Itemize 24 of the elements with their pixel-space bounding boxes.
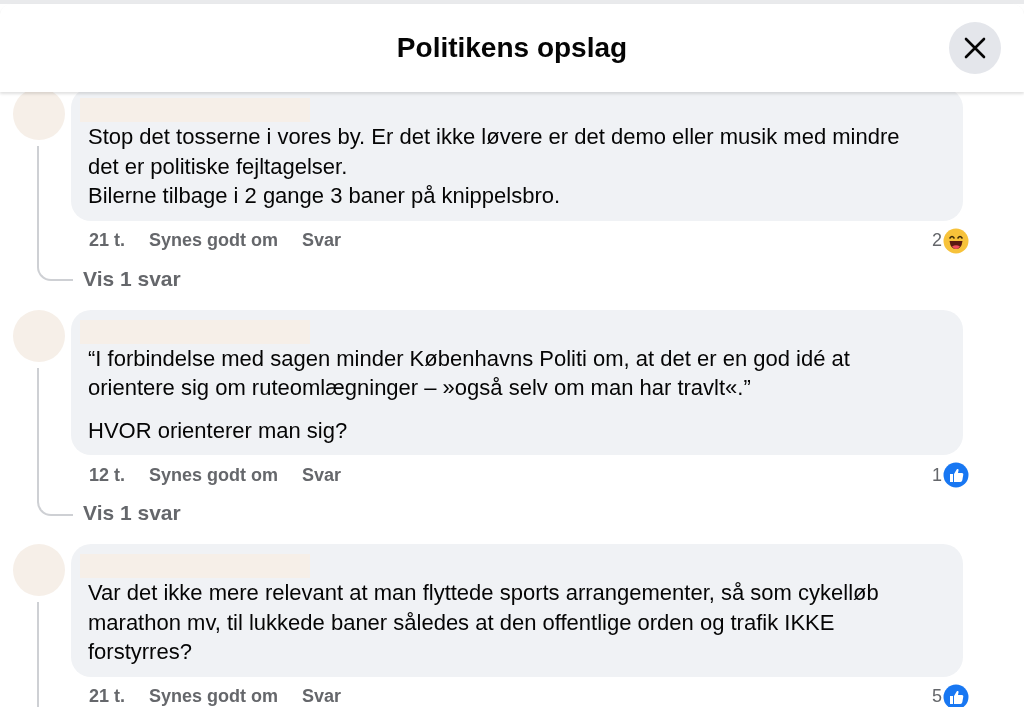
like-link[interactable]: Synes godt om [149, 686, 279, 707]
reaction-count: 5 [932, 686, 942, 707]
close-icon [964, 37, 986, 59]
comment-text: Stop det tosserne i vores by. Er det ikke løvere er det demo eller musik med mindre det er politiske fejltagelser. Bilerne tilbage i 2 gange 3 baner på knippelsbro. [88, 123, 901, 210]
reply-link[interactable]: Svar [302, 464, 342, 486]
comment-text: “I forbindelse med sagen minder Københavns Politi om, at det er en god idé at orientere sig om ruteomlægninger – »også selv om man har travlt«.” [88, 344, 851, 402]
dialog-title: Politikens opslag [396, 32, 628, 64]
like-link[interactable]: Synes godt om [149, 464, 279, 486]
reply-link[interactable]: Svar [302, 230, 342, 251]
reaction-count: 1 [932, 464, 942, 486]
comment-time: 12 t. [89, 464, 126, 486]
thumbs-up-icon [943, 462, 969, 488]
like-link[interactable]: Synes godt om [149, 230, 279, 251]
comment-text: Var det ikke mere relevant at man flyttede sports arrangementer, så som cykelløb marathon mv, til lukkede baner således at den offentlige orden og trafik IKKE forstyrres? [88, 579, 880, 666]
view-replies-link[interactable]: Vis 1 svar [83, 266, 181, 291]
laughing-emoji-icon [943, 227, 969, 254]
reaction-count: 2 [932, 230, 942, 251]
comment-time: 21 t. [89, 230, 126, 251]
reply-link[interactable]: Svar [302, 686, 342, 707]
comment-text: HVOR orienterer man sig? [88, 416, 349, 445]
close-button[interactable] [949, 22, 1001, 74]
comment-time: 21 t. [89, 686, 126, 707]
thumbs-up-icon [943, 683, 969, 707]
view-replies-link[interactable]: Vis 1 svar [83, 501, 181, 525]
